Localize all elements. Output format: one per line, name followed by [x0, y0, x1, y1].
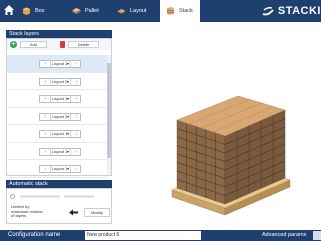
previous-arrow-icon[interactable]: ‹: [41, 79, 50, 85]
layer-list: ‹ Layout 1 ▾ › ‹ Layout 2 ▾ › ‹ Layout 1 ▾ › ‹ Layout…: [7, 55, 108, 195]
pallet-stack-render: [171, 95, 291, 216]
layer-dropdown[interactable]: Layout 2 ▾: [50, 78, 71, 85]
tab-layout[interactable]: Layout: [117, 0, 147, 22]
logo-text: STACKI: [277, 5, 321, 17]
tab-pallet-label: Pallet: [85, 8, 99, 14]
plus-icon[interactable]: +: [10, 41, 17, 48]
scrollbar-thumb[interactable]: [107, 63, 111, 158]
modify-button[interactable]: Modify: [84, 208, 110, 217]
layer-dropdown[interactable]: Layout 2 ▾: [50, 113, 71, 120]
pallet-icon: [72, 8, 81, 14]
tab-pallet[interactable]: Pallet: [72, 0, 99, 22]
layer-row[interactable]: ‹Layout 1▾›: [7, 125, 108, 143]
previous-arrow-icon[interactable]: ‹: [41, 131, 50, 137]
trash-icon[interactable]: [60, 41, 65, 48]
layer-dropdown[interactable]: Layout 1▾: [50, 131, 71, 137]
layer-selector[interactable]: ‹ Layout 2 ▾ ›: [39, 112, 81, 121]
chevron-down-icon: ▾: [66, 148, 69, 154]
layer-dropdown[interactable]: Layout 1▾: [50, 96, 71, 102]
configuration-name-input[interactable]: [85, 231, 201, 240]
next-arrow-icon[interactable]: ›: [72, 131, 81, 137]
next-arrow-icon[interactable]: ›: [72, 79, 81, 85]
stack-3d-viewport[interactable]: [150, 90, 310, 225]
layer-selector[interactable]: ‹Layout 1▾›: [39, 147, 81, 156]
tab-stack[interactable]: Stack: [160, 0, 200, 22]
app-logo: STACKI: [261, 4, 321, 18]
layer-dropdown[interactable]: Layout 1▾: [50, 61, 71, 67]
stack-layers-panel: + Add Delete ‹ Layout 1 ▾ › ‹ Layout 2 ▾ › ‹ Layo…: [6, 38, 112, 195]
top-navigation-bar: Box Pallet Layout Stack STACKI: [0, 0, 321, 22]
layer-row[interactable]: ‹ Layout 2 ▾ ›: [7, 73, 108, 90]
automatic-stack-header: Automatic stack: [6, 180, 112, 188]
layer-dropdown[interactable]: Layout 1▾: [50, 148, 71, 155]
auto-option-row[interactable]: [10, 193, 110, 200]
layer-dropdown-value: Layout 1: [52, 131, 68, 136]
logo-mark-icon: [262, 7, 274, 16]
previous-arrow-icon[interactable]: ‹: [41, 114, 50, 120]
automatic-stack-panel: Limited by maximum number of layers Modi…: [6, 188, 112, 224]
next-arrow-icon[interactable]: ›: [72, 61, 81, 67]
next-arrow-icon[interactable]: ›: [72, 166, 81, 172]
undo-arrow-icon: [69, 209, 78, 216]
auto-option-radio[interactable]: [10, 194, 15, 199]
next-arrow-icon[interactable]: ›: [72, 96, 81, 102]
chevron-down-icon: ▾: [66, 96, 69, 101]
layer-dropdown-value: Layout 1: [52, 148, 68, 154]
tab-stack-label: Stack: [179, 8, 193, 14]
limited-by-max-layers-label: Limited by maximum number of layers: [11, 204, 44, 218]
stack-icon: [167, 7, 174, 15]
delete-layer-button[interactable]: Delete: [68, 41, 99, 48]
undo-button[interactable]: [67, 208, 81, 217]
layer-dropdown-value: Layout 2: [52, 78, 68, 84]
stack-layers-header: Stack layers: [6, 30, 112, 38]
chevron-down-icon: ▾: [66, 78, 69, 84]
previous-arrow-icon[interactable]: ‹: [41, 166, 50, 172]
tab-layout-label: Layout: [130, 8, 147, 14]
configuration-name-label: Configuration name: [8, 232, 61, 238]
layout-icon: [117, 9, 126, 14]
previous-arrow-icon[interactable]: ‹: [41, 61, 50, 67]
layer-selector[interactable]: ‹Layout 1▾›: [39, 130, 81, 138]
tab-box-label: Box: [35, 8, 45, 14]
chevron-down-icon: ▾: [66, 113, 69, 119]
layer-row[interactable]: ‹Layout 1▾›: [7, 143, 108, 160]
layer-dropdown-value: Layout 1: [52, 96, 68, 101]
home-button[interactable]: [3, 4, 15, 17]
settings-icon[interactable]: [313, 231, 321, 240]
layer-selector[interactable]: ‹Layout 1▾›: [39, 165, 81, 173]
layer-dropdown[interactable]: Layout 1▾: [50, 166, 71, 172]
layer-row[interactable]: ‹Layout 1▾›: [7, 160, 108, 178]
bottom-status-bar: Configuration name Advanced params: [0, 230, 321, 241]
chevron-down-icon: ▾: [66, 61, 69, 66]
layer-selector[interactable]: ‹Layout 1▾›: [39, 95, 81, 103]
layer-selector[interactable]: ‹ Layout 2 ▾ ›: [39, 77, 81, 86]
layer-row[interactable]: ‹Layout 1▾›: [7, 55, 108, 73]
tab-box[interactable]: Box: [22, 0, 44, 22]
layer-list-scrollbar[interactable]: [107, 55, 111, 175]
layer-dropdown-value: Layout 2: [52, 113, 68, 119]
previous-arrow-icon[interactable]: ‹: [41, 96, 50, 102]
layers-toolbar: + Add Delete: [7, 39, 111, 50]
layer-selector[interactable]: ‹Layout 1▾›: [39, 60, 81, 68]
next-arrow-icon[interactable]: ›: [72, 149, 81, 155]
previous-arrow-icon[interactable]: ‹: [41, 149, 50, 155]
chevron-down-icon: ▾: [66, 166, 69, 171]
home-icon: [4, 5, 14, 15]
layer-row[interactable]: ‹ Layout 2 ▾ ›: [7, 108, 108, 125]
chevron-down-icon: ▾: [66, 131, 69, 136]
next-arrow-icon[interactable]: ›: [72, 114, 81, 120]
auto-option-label-blurred: [20, 195, 94, 198]
layer-dropdown-value: Layout 1: [52, 61, 68, 66]
box-icon: [23, 7, 30, 15]
advanced-params-button[interactable]: Advanced params: [262, 232, 306, 239]
layer-row[interactable]: ‹Layout 1▾›: [7, 90, 108, 108]
add-layer-button[interactable]: Add: [20, 41, 47, 48]
layer-dropdown-value: Layout 1: [52, 166, 68, 171]
